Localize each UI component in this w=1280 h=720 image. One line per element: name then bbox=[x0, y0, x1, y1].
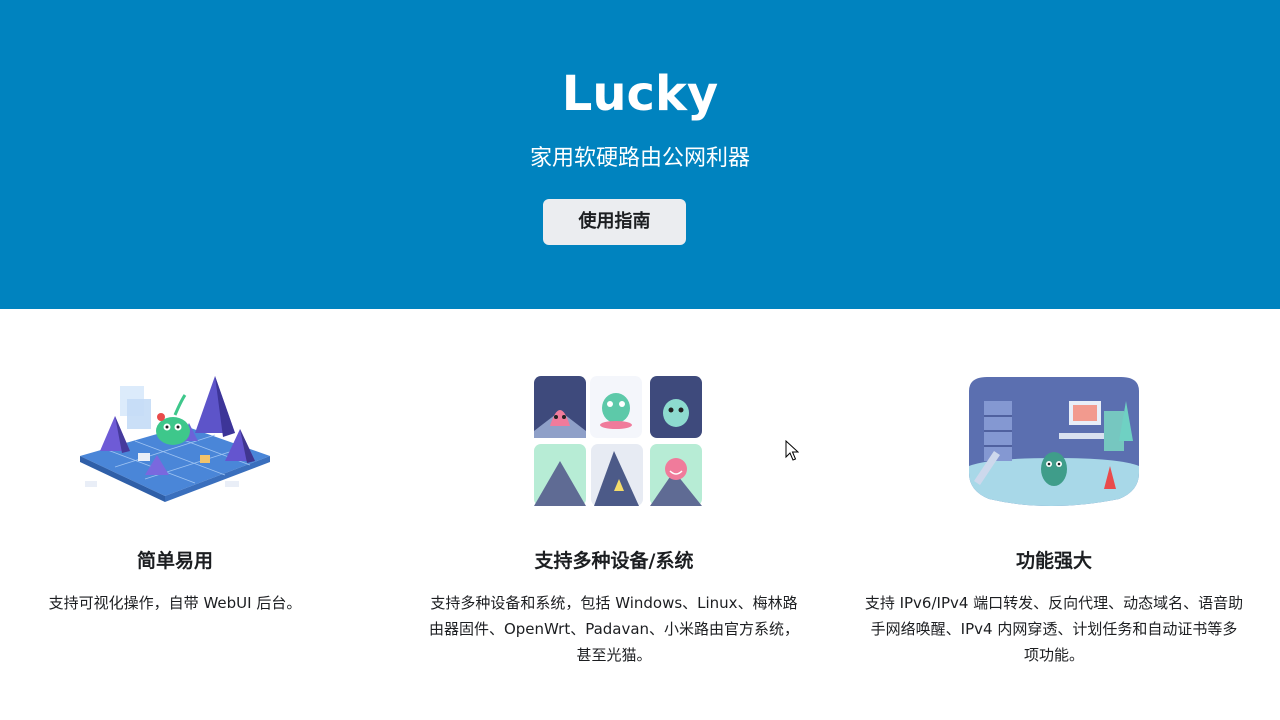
isometric-network-icon bbox=[80, 376, 270, 502]
site-tagline: 家用软硬路由公网利器 bbox=[529, 146, 750, 171]
mouse-cursor-icon bbox=[785, 440, 799, 461]
user-guide-button[interactable]: 使用指南 bbox=[543, 199, 686, 245]
features-section: 简单易用 支持可视化操作，自带 WebUI 后台。 支持多种设备/系统 支持多种… bbox=[0, 309, 1280, 720]
multi-device-monster-icon bbox=[534, 376, 702, 506]
feature-title: 支持多种设备/系统 bbox=[534, 550, 694, 572]
feature-description: 支持 IPv6/IPv4 端口转发、反向代理、动态域名、语音助手网络唤醒、IPv… bbox=[864, 594, 1244, 664]
monster-workshop-icon bbox=[969, 377, 1139, 506]
feature-description: 支持多种设备和系统，包括 Windows、Linux、梅林路由器固件、OpenW… bbox=[428, 594, 800, 664]
feature-description: 支持可视化操作，自带 WebUI 后台。 bbox=[48, 594, 302, 612]
feature-title: 简单易用 bbox=[136, 550, 213, 572]
site-title: Lucky bbox=[561, 66, 719, 122]
feature-title: 功能强大 bbox=[1015, 550, 1092, 572]
hero-banner: Lucky 家用软硬路由公网利器 使用指南 bbox=[0, 0, 1280, 309]
